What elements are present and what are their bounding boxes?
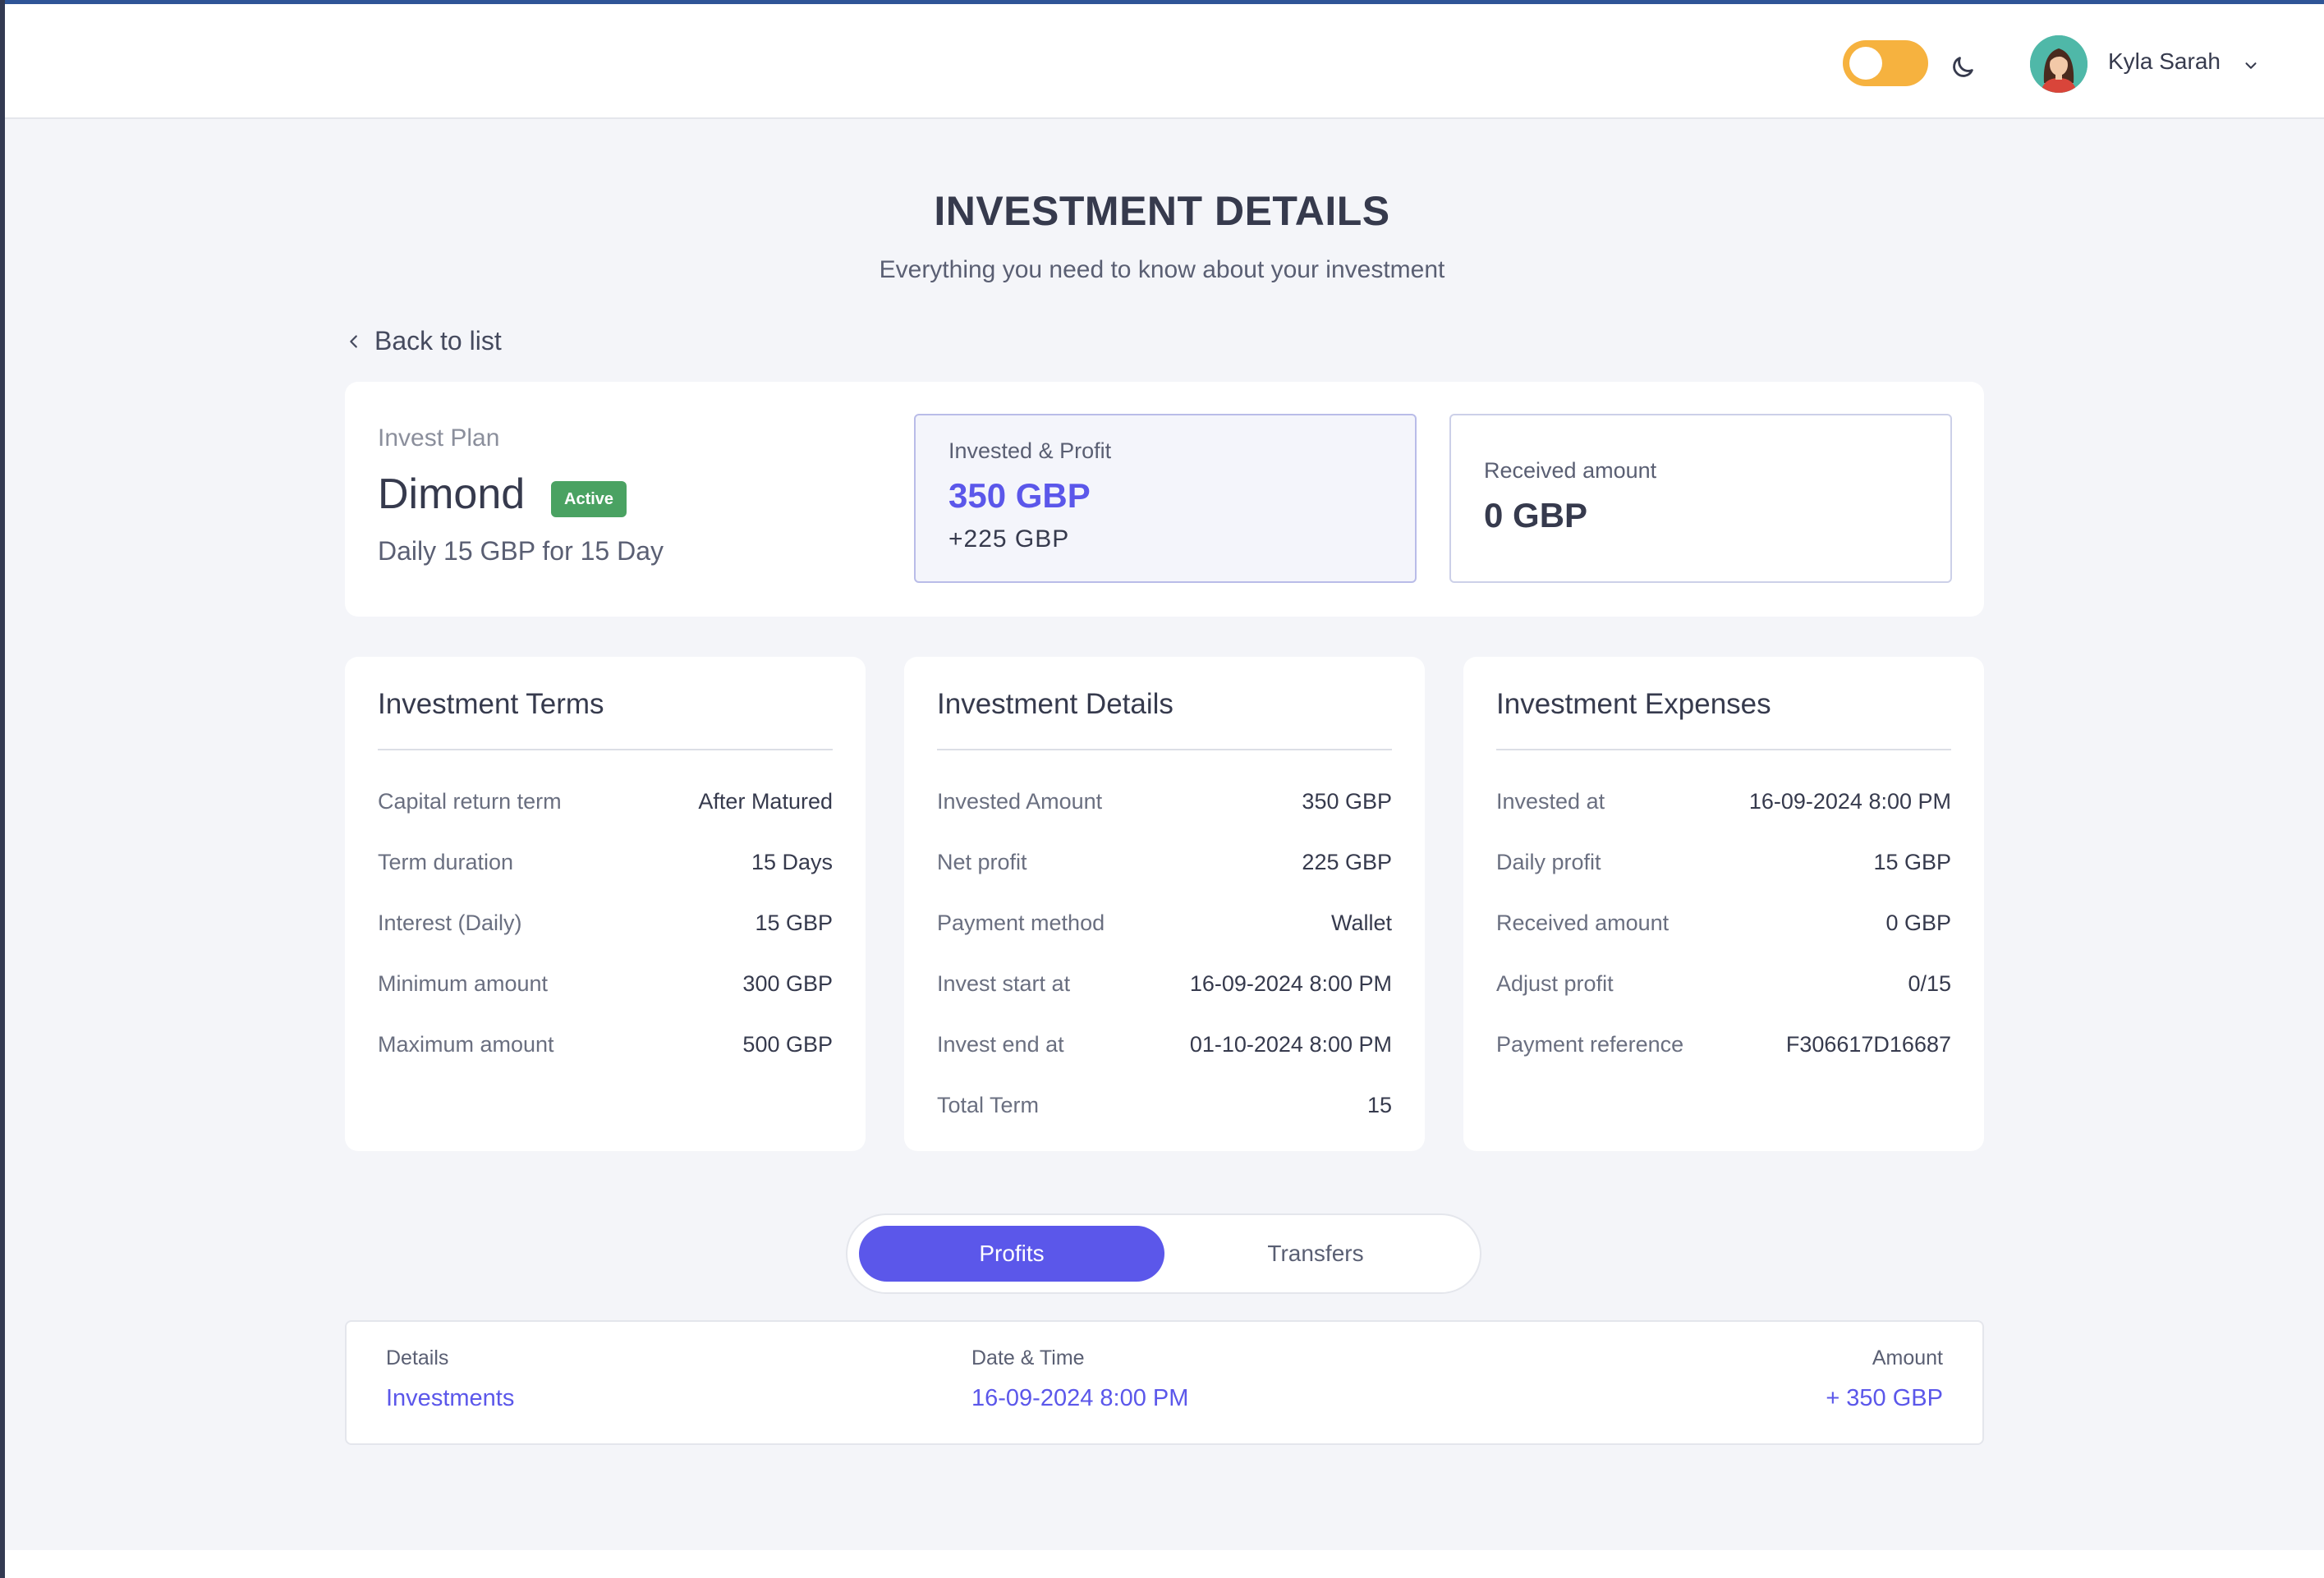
transaction-datetime: 16-09-2024 8:00 PM [971, 1385, 1189, 1411]
column-header: Amount [1872, 1346, 1943, 1369]
info-value: 15 GBP [1873, 849, 1951, 874]
column-header: Details [386, 1346, 449, 1369]
left-accent-bar [0, 0, 5, 1578]
received-amount-box: Received amount 0 GBP [1449, 414, 1952, 583]
plan-label: Invest Plan [378, 424, 500, 452]
info-value: 15 [1366, 1092, 1392, 1117]
info-key: Payment method [937, 910, 1105, 935]
investment-details-card: Investment Details Invested Amount 350 GB… [904, 657, 1425, 1151]
history-tabs: Profits Transfers [846, 1213, 1481, 1294]
info-row: Total Term 15 [937, 1089, 1392, 1122]
investment-expenses-card: Investment Expenses Invested at 16-09-202… [1463, 657, 1984, 1151]
top-navbar: Kyla Sarah [5, 4, 2324, 119]
info-key: Adjust profit [1496, 970, 1614, 996]
info-value: 16-09-2024 8:00 PM [1748, 788, 1951, 814]
chevron-left-icon [350, 334, 357, 348]
info-row: Daily profit 15 GBP [1496, 846, 1951, 878]
invested-profit-box: Invested & Profit 350 GBP +225 GBP [914, 414, 1417, 583]
info-key: Total Term [937, 1092, 1040, 1117]
datetime-column: Date & Time 16-09-2024 8:00 PM [971, 1346, 1188, 1412]
info-row: Maximum amount 500 GBP [378, 1028, 833, 1061]
info-row: Invest start at 16-09-2024 8:00 PM [937, 967, 1392, 1000]
info-key: Maximum amount [378, 1031, 554, 1057]
theme-toggle[interactable] [1843, 40, 1928, 86]
tab-profits[interactable]: Profits [859, 1226, 1164, 1282]
card-divider [937, 749, 1392, 750]
info-value: 16-09-2024 8:00 PM [1189, 970, 1392, 996]
info-row: Net profit 225 GBP [937, 846, 1392, 878]
card-title: Investment Terms [378, 688, 604, 720]
info-key: Invest end at [937, 1031, 1064, 1057]
chevron-down-icon[interactable] [2242, 57, 2260, 75]
received-amount-value: 0 GBP [1484, 496, 1588, 534]
status-badge: Active [551, 481, 627, 517]
invested-profit-label: Invested & Profit [948, 438, 1112, 463]
info-value: F306617D16687 [1785, 1031, 1951, 1057]
plan-description: Daily 15 GBP for 15 Day [378, 536, 664, 566]
info-value: 0 GBP [1885, 910, 1951, 935]
card-divider [378, 749, 833, 750]
info-row: Invest end at 01-10-2024 8:00 PM [937, 1028, 1392, 1061]
plan-summary-card: Invest Plan Dimond Active Daily 15 GBP f… [345, 382, 1984, 617]
info-value: 15 GBP [755, 910, 833, 935]
info-value: 500 GBP [742, 1031, 833, 1057]
investment-terms-card: Investment Terms Capital return term Afte… [345, 657, 866, 1151]
details-column: Details Investments [386, 1346, 514, 1412]
info-row: Minimum amount 300 GBP [378, 967, 833, 1000]
info-key: Capital return term [378, 788, 562, 814]
transaction-table: Details Investments Date & Time 16-09-20… [345, 1320, 1984, 1445]
info-key: Net profit [937, 849, 1027, 874]
back-to-list-link[interactable]: Back to list [345, 326, 502, 356]
info-row: Capital return term After Matured [378, 785, 833, 818]
info-key: Interest (Daily) [378, 910, 522, 935]
profit-extra-value: +225 GBP [948, 525, 1070, 553]
info-key: Payment reference [1496, 1031, 1684, 1057]
moon-icon[interactable] [1949, 53, 1977, 81]
card-divider [1496, 749, 1951, 750]
info-key: Received amount [1496, 910, 1670, 935]
page-subtitle: Everything you need to know about your i… [879, 256, 1445, 283]
column-header: Date & Time [971, 1346, 1085, 1369]
info-key: Minimum amount [378, 970, 549, 996]
toggle-knob [1849, 47, 1882, 80]
info-value: 225 GBP [1302, 849, 1392, 874]
info-value: 350 GBP [1302, 788, 1392, 814]
avatar-illustration [2030, 35, 2087, 93]
info-row: Invested Amount 350 GBP [937, 785, 1392, 818]
info-key: Daily profit [1496, 849, 1601, 874]
info-value: 01-10-2024 8:00 PM [1189, 1031, 1392, 1057]
info-value: 0/15 [1908, 970, 1951, 996]
info-value: 15 Days [751, 849, 833, 874]
received-amount-label: Received amount [1484, 458, 1657, 483]
info-key: Invest start at [937, 970, 1071, 996]
invested-profit-value: 350 GBP [948, 476, 1091, 515]
info-key: Term duration [378, 849, 514, 874]
transaction-details-link[interactable]: Investments [386, 1385, 514, 1412]
back-to-list-label: Back to list [374, 326, 502, 356]
page-title: INVESTMENT DETAILS [934, 188, 1390, 234]
info-row: Adjust profit 0/15 [1496, 967, 1951, 1000]
info-row: Interest (Daily) 15 GBP [378, 906, 833, 939]
info-row: Term duration 15 Days [378, 846, 833, 878]
info-row: Payment reference F306617D16687 [1496, 1028, 1951, 1061]
card-title: Investment Details [937, 688, 1173, 720]
info-value: After Matured [698, 788, 833, 814]
info-value: 300 GBP [742, 970, 833, 996]
info-row: Invested at 16-09-2024 8:00 PM [1496, 785, 1951, 818]
amount-column: Amount + 350 GBP [1826, 1346, 1943, 1412]
info-row: Payment method Wallet [937, 906, 1392, 939]
info-key: Invested Amount [937, 788, 1103, 814]
info-row: Received amount 0 GBP [1496, 906, 1951, 939]
tab-transfers[interactable]: Transfers [1163, 1226, 1468, 1282]
info-value: Wallet [1330, 910, 1392, 935]
footer-strip [5, 1550, 2324, 1578]
info-key: Invested at [1496, 788, 1605, 814]
user-name[interactable]: Kyla Sarah [2108, 48, 2221, 75]
plan-name: Dimond [378, 470, 526, 518]
card-title: Investment Expenses [1496, 688, 1771, 720]
user-avatar[interactable] [2030, 35, 2087, 93]
transaction-amount: + 350 GBP [1826, 1385, 1943, 1411]
